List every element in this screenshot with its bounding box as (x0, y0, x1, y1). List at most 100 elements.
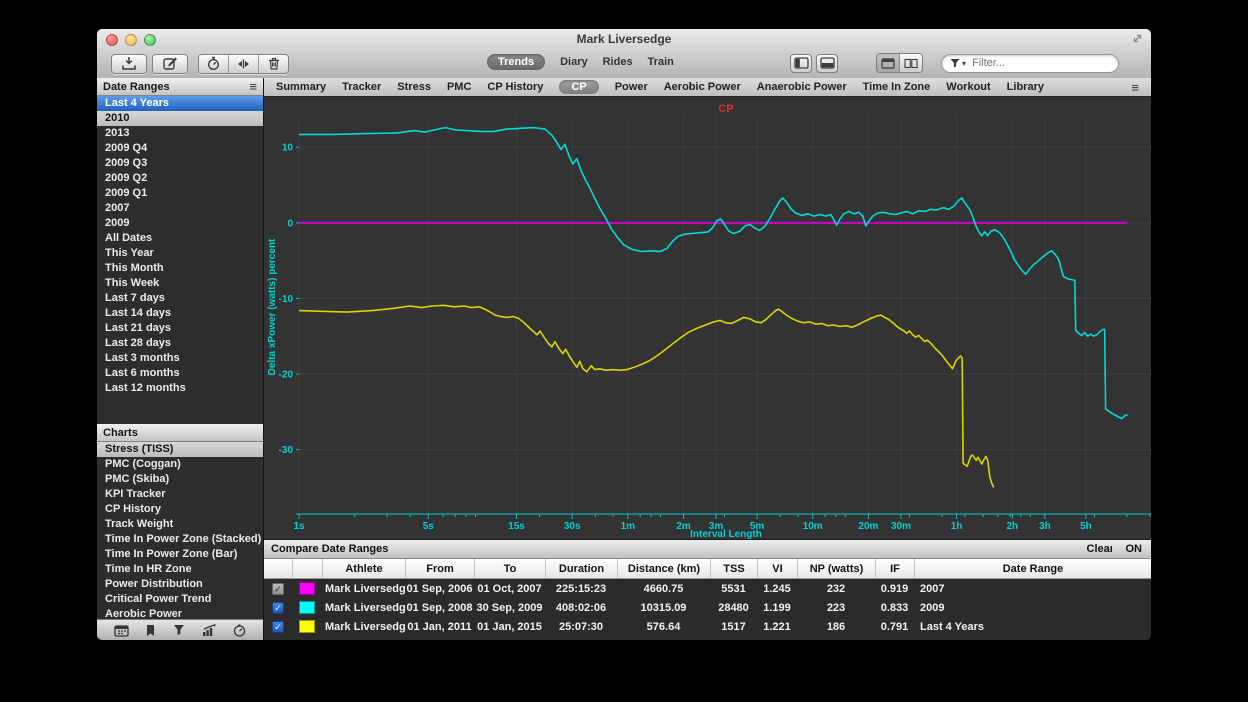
chart-item-time-in-power-zone-stacked[interactable]: Time In Power Zone (Stacked) (97, 532, 263, 547)
tab-workout[interactable]: Workout (946, 81, 990, 93)
chart-menu-icon[interactable]: ≡ (1131, 80, 1139, 95)
chart-item-time-in-hr-zone[interactable]: Time In HR Zone (97, 562, 263, 577)
date-range-last-7-days[interactable]: Last 7 days (97, 291, 263, 306)
series-color-swatch (299, 620, 315, 633)
edit-button[interactable] (152, 54, 188, 74)
chart-item-critical-power-trend[interactable]: Critical Power Trend (97, 592, 263, 607)
compare-row-2007[interactable]: ✓Mark Liversedge01 Sep, 200601 Oct, 2007… (264, 579, 1151, 598)
column-header-col0[interactable] (264, 559, 292, 578)
cell-range: 2007 (914, 583, 1151, 595)
column-header-col1[interactable] (292, 559, 322, 578)
column-header-date-range[interactable]: Date Range (914, 559, 1151, 578)
tab-cp[interactable]: CP (559, 80, 598, 94)
svg-text:1h: 1h (951, 521, 963, 532)
sidebar-footer-toolbar (97, 619, 263, 640)
chart-item-aerobic-power[interactable]: Aerobic Power (97, 607, 263, 619)
stopwatch-button[interactable] (199, 55, 228, 73)
tab-aerobic-power[interactable]: Aerobic Power (664, 81, 741, 93)
date-range-last-21-days[interactable]: Last 21 days (97, 321, 263, 336)
row-checkbox[interactable]: ✓ (272, 602, 284, 614)
download-button[interactable] (111, 54, 147, 74)
date-range-this-month[interactable]: This Month (97, 261, 263, 276)
column-header-distance-km[interactable]: Distance (km) (617, 559, 710, 578)
tab-anaerobic-power[interactable]: Anaerobic Power (757, 81, 847, 93)
tiled-view-button[interactable] (899, 54, 922, 72)
chart-item-time-in-power-zone-bar[interactable]: Time In Power Zone (Bar) (97, 547, 263, 562)
date-range-2009-q3[interactable]: 2009 Q3 (97, 156, 263, 171)
desktop: Mark Liversedge (0, 0, 1248, 702)
date-range-this-year[interactable]: This Year (97, 246, 263, 261)
single-view-button[interactable] (877, 54, 899, 72)
compare-row-2009[interactable]: ✓Mark Liversedge01 Sep, 200830 Sep, 2009… (264, 598, 1151, 617)
chart-item-stress-tiss[interactable]: Stress (TISS) (97, 442, 263, 457)
tab-cp-history[interactable]: CP History (487, 81, 543, 93)
fullscreen-icon[interactable] (1132, 33, 1143, 44)
column-header-np-watts[interactable]: NP (watts) (797, 559, 875, 578)
column-header-duration[interactable]: Duration (545, 559, 617, 578)
filter-field[interactable]: ▾ (941, 54, 1119, 73)
date-range-last-4-years[interactable]: Last 4 Years (97, 96, 263, 111)
date-range-2009-q1[interactable]: 2009 Q1 (97, 186, 263, 201)
date-range-last-28-days[interactable]: Last 28 days (97, 336, 263, 351)
chart-item-cp-history[interactable]: CP History (97, 502, 263, 517)
date-range-2007[interactable]: 2007 (97, 201, 263, 216)
date-range-last-6-months[interactable]: Last 6 months (97, 366, 263, 381)
zoom-button[interactable] (144, 34, 156, 46)
toggle-sidebar-button[interactable] (790, 54, 812, 73)
column-header-from[interactable]: From (405, 559, 474, 578)
date-range-last-14-days[interactable]: Last 14 days (97, 306, 263, 321)
date-range-last-12-months[interactable]: Last 12 months (97, 381, 263, 396)
date-range-2009-q4[interactable]: 2009 Q4 (97, 141, 263, 156)
delete-button[interactable] (258, 55, 288, 73)
minimize-button[interactable] (125, 34, 137, 46)
perspective-tab-rides[interactable]: Rides (603, 56, 633, 68)
date-range-2009[interactable]: 2009 (97, 216, 263, 231)
chart-item-pmc-skiba[interactable]: PMC (Skiba) (97, 472, 263, 487)
date-ranges-menu-icon[interactable]: ≡ (249, 82, 257, 92)
tab-tracker[interactable]: Tracker (342, 81, 381, 93)
chart-trend-icon[interactable] (202, 624, 217, 636)
column-header-vi[interactable]: VI (757, 559, 797, 578)
date-range-all-dates[interactable]: All Dates (97, 231, 263, 246)
bookmark-icon[interactable] (145, 624, 156, 637)
chart-item-pmc-coggan[interactable]: PMC (Coggan) (97, 457, 263, 472)
filter-input[interactable] (970, 56, 1094, 70)
perspective-tabs: Trends Diary Rides Train (487, 54, 674, 70)
date-range-2013[interactable]: 2013 (97, 126, 263, 141)
column-header-if[interactable]: IF (875, 559, 914, 578)
tab-summary[interactable]: Summary (276, 81, 326, 93)
tab-time-in-zone[interactable]: Time In Zone (863, 81, 931, 93)
close-button[interactable] (106, 34, 118, 46)
cell-to: 30 Sep, 2009 (474, 602, 545, 614)
cell-duration: 225:15:23 (545, 583, 617, 595)
main-area: Summary Tracker Stress PMC CP History CP Power… (264, 78, 1151, 640)
gauge-icon[interactable] (233, 624, 246, 637)
row-checkbox[interactable]: ✓ (272, 621, 284, 633)
column-header-tss[interactable]: TSS (710, 559, 757, 578)
chart-item-kpi-tracker[interactable]: KPI Tracker (97, 487, 263, 502)
perspective-tab-trends[interactable]: Trends (487, 54, 545, 70)
date-range-2010[interactable]: 2010 (97, 111, 263, 126)
chart-item-track-weight[interactable]: Track Weight (97, 517, 263, 532)
chart-item-power-distribution[interactable]: Power Distribution (97, 577, 263, 592)
column-header-to[interactable]: To (474, 559, 545, 578)
tab-library[interactable]: Library (1007, 81, 1044, 93)
calendar-icon[interactable] (114, 624, 129, 637)
toggle-bottom-panel-button[interactable] (816, 54, 838, 73)
split-button[interactable] (228, 55, 258, 73)
tab-stress[interactable]: Stress (397, 81, 431, 93)
tab-power[interactable]: Power (615, 81, 648, 93)
date-range-2009-q2[interactable]: 2009 Q2 (97, 171, 263, 186)
row-checkbox[interactable]: ✓ (272, 583, 284, 595)
clear-button[interactable]: Clear (1087, 543, 1112, 555)
perspective-tab-train[interactable]: Train (648, 56, 674, 68)
compare-row-last-4-years[interactable]: ✓Mark Liversedge01 Jan, 201101 Jan, 2015… (264, 617, 1151, 636)
tab-pmc[interactable]: PMC (447, 81, 471, 93)
column-header-athlete[interactable]: Athlete (322, 559, 405, 578)
funnel-icon[interactable] (173, 624, 185, 636)
date-range-last-3-months[interactable]: Last 3 months (97, 351, 263, 366)
date-range-this-week[interactable]: This Week (97, 276, 263, 291)
perspective-tab-diary[interactable]: Diary (560, 56, 588, 68)
compare-column-headers: AthleteFromToDurationDistance (km)TSSVIN… (264, 559, 1151, 579)
compare-on-toggle[interactable]: ON (1126, 543, 1143, 555)
